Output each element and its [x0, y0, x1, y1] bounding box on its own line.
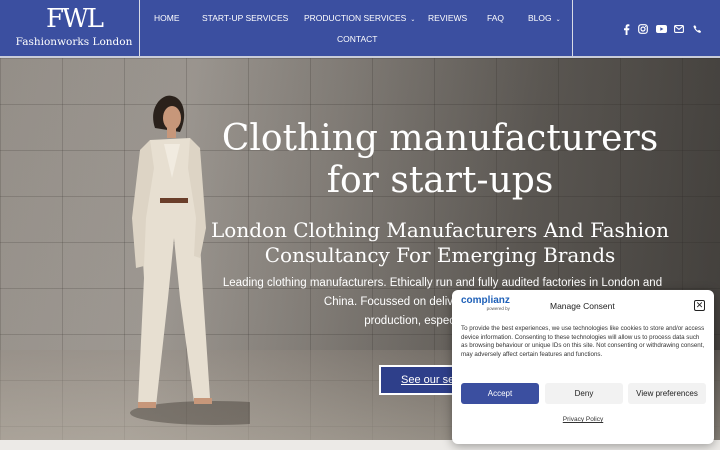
nav-label: FAQ [487, 13, 505, 23]
close-icon[interactable]: ✕ [694, 300, 705, 311]
consent-text: To provide the best experiences, we use … [461, 325, 705, 359]
deny-button[interactable]: Deny [545, 383, 623, 404]
consent-title: Manage Consent [550, 301, 615, 311]
hero-subtitle-line: London Clothing Manufacturers And Fashio… [211, 218, 669, 242]
nav-label: BLOG [528, 13, 552, 23]
nav-start-up-services[interactable]: START-UP SERVICES [202, 13, 288, 23]
header-divider [139, 0, 140, 56]
main-nav: HOME START-UP SERVICES PRODUCTION SERVIC… [141, 0, 572, 56]
nav-contact[interactable]: CONTACT [337, 34, 377, 44]
hero-title: Clothing manufacturers for start-ups [220, 118, 660, 202]
complianz-brand: complianz [461, 295, 510, 306]
cookie-consent-dialog: complianz powered by Manage Consent ✕ To… [452, 290, 714, 444]
nav-faq[interactable]: FAQ [487, 13, 504, 23]
complianz-powered-by: powered by [486, 306, 510, 311]
nav-label: CONTACT [337, 34, 378, 44]
header-divider [572, 0, 573, 56]
accept-button[interactable]: Accept [461, 383, 539, 404]
hero-title-line: for start-ups [326, 160, 554, 201]
nav-label: START-UP SERVICES [202, 13, 289, 23]
nav-blog[interactable]: BLOG ⌄ [528, 13, 561, 23]
hero-subtitle: London Clothing Manufacturers And Fashio… [210, 218, 670, 268]
logo-mark: FWL [45, 4, 104, 34]
youtube-icon[interactable] [655, 23, 667, 35]
nav-label: REVIEWS [428, 13, 468, 23]
view-preferences-button[interactable]: View preferences [628, 383, 706, 404]
nav-reviews[interactable]: REVIEWS [428, 13, 467, 23]
privacy-policy-link[interactable]: Privacy Policy [452, 416, 714, 423]
instagram-icon[interactable] [637, 23, 649, 35]
chevron-down-icon: ⌄ [410, 17, 416, 23]
logo-text: Fashionworks London [15, 36, 133, 48]
hero-subtitle-line: Consultancy For Emerging Brands [264, 243, 616, 267]
chevron-down-icon: ⌄ [555, 17, 561, 23]
site-logo[interactable]: FWL Fashionworks London [10, 0, 138, 56]
hero-title-line: Clothing manufacturers [221, 118, 659, 159]
complianz-logo: complianz powered by [461, 296, 510, 312]
phone-icon[interactable] [691, 23, 703, 35]
site-header: FWL Fashionworks London HOME START-UP SE… [0, 0, 720, 58]
email-icon[interactable] [673, 23, 685, 35]
nav-label: PRODUCTION SERVICES [304, 13, 407, 23]
nav-home[interactable]: HOME [154, 13, 180, 23]
nav-label: HOME [154, 13, 180, 23]
facebook-icon[interactable] [620, 23, 632, 35]
nav-production-services[interactable]: PRODUCTION SERVICES ⌄ [304, 13, 415, 23]
